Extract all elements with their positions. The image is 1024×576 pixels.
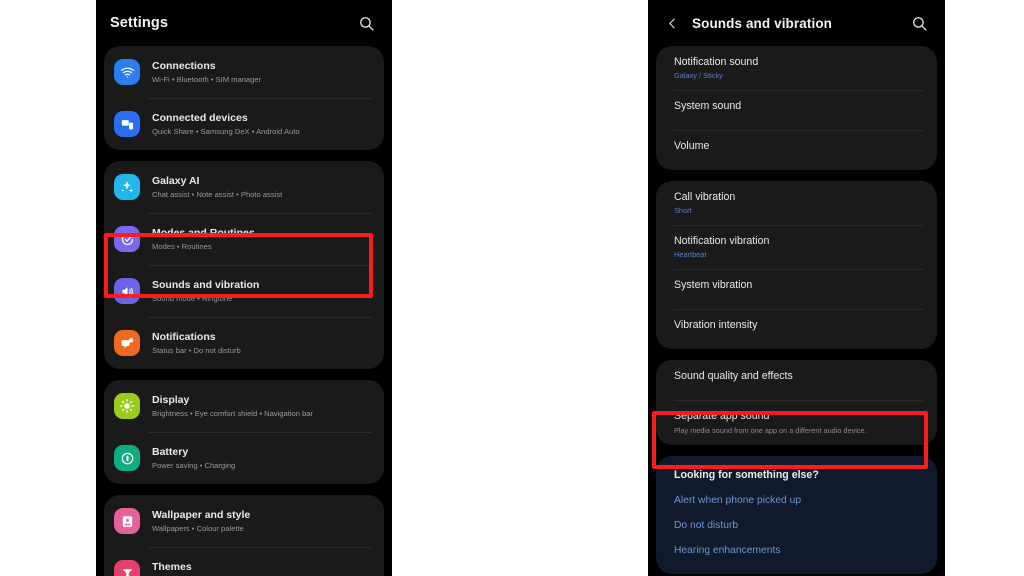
settings-item-label: Connections [152, 59, 216, 72]
sound-settings-group: Sound quality and effects Separate app so… [656, 360, 937, 445]
sound-item-label: System vibration [674, 279, 753, 291]
sound-item-label: Notification vibration [674, 235, 770, 247]
looking-for-something-else-card: Looking for something else? Alert when ph… [656, 456, 937, 574]
themes-icon [114, 560, 140, 576]
sounds-and-vibration-screen: Sounds and vibration Notification sound G… [648, 0, 945, 576]
settings-item-subtitle: Quick Share • Samsung DeX • Android Auto [152, 126, 300, 136]
settings-item-themes[interactable]: ThemesThemes • Wallpapers • Icons [104, 547, 384, 576]
settings-item-subtitle: Modes • Routines [152, 241, 212, 251]
sounds-header: Sounds and vibration [648, 0, 945, 46]
settings-item-connections[interactable]: Connections Wi-Fi • Bluetooth • SIM manag… [104, 46, 384, 98]
settings-item-text: Modes and Routines Modes • Routines [152, 226, 255, 253]
sound-settings-group: Notification sound Galaxy / Sticky System … [656, 46, 937, 170]
settings-item-galaxy-ai[interactable]: Galaxy AI Chat assist • Note assist • Pho… [104, 161, 384, 213]
settings-item-sounds-and-vibration[interactable]: Sounds and vibration Sound mode • Rington… [104, 265, 384, 317]
settings-item-subtitle: Wi-Fi • Bluetooth • SIM manager [152, 74, 262, 84]
search-icon[interactable] [354, 11, 378, 35]
settings-item-subtitle: Status bar • Do not disturb [152, 345, 241, 355]
sound-item-volume[interactable]: Volume [656, 130, 937, 170]
sound-item-system-vibration[interactable]: System vibration [656, 269, 937, 309]
settings-screen: Settings Connections Wi-Fi • Bluetooth • … [96, 0, 392, 576]
settings-item-text: Connections Wi-Fi • Bluetooth • SIM manag… [152, 59, 261, 86]
settings-item-wallpaper-and-style[interactable]: Wallpaper and style Wallpapers • Colour p… [104, 495, 384, 547]
settings-item-label: Display [152, 393, 190, 406]
looking-for-link-do-not-disturb[interactable]: Do not disturb [674, 518, 919, 533]
settings-item-notifications[interactable]: Notifications Status bar • Do not disturb [104, 317, 384, 369]
settings-header: Settings [96, 0, 392, 46]
settings-item-subtitle: Chat assist • Note assist • Photo assist [152, 189, 283, 199]
settings-item-text: Sounds and vibration Sound mode • Rington… [152, 278, 259, 305]
sounds-settings-list[interactable]: Notification sound Galaxy / Sticky System … [648, 46, 945, 574]
sound-item-notification-vibration[interactable]: Notification vibration Heartbeat [656, 225, 937, 269]
settings-list[interactable]: Connections Wi-Fi • Bluetooth • SIM manag… [96, 46, 392, 576]
settings-group: Connections Wi-Fi • Bluetooth • SIM manag… [104, 46, 384, 150]
settings-item-text: Galaxy AI Chat assist • Note assist • Pho… [152, 174, 282, 201]
settings-item-label: Modes and Routines [152, 226, 255, 239]
settings-item-display[interactable]: Display Brightness • Eye comfort shield •… [104, 380, 384, 432]
modes-icon [114, 226, 140, 252]
looking-for-link-hearing-enhancements[interactable]: Hearing enhancements [674, 543, 919, 558]
wallpaper-icon [114, 508, 140, 534]
settings-item-connected-devices[interactable]: Connected devices Quick Share • Samsung D… [104, 98, 384, 150]
sound-item-vibration-intensity[interactable]: Vibration intensity [656, 309, 937, 349]
settings-item-battery[interactable]: Battery Power saving • Charging [104, 432, 384, 484]
connected-devices-icon [114, 111, 140, 137]
battery-icon [114, 445, 140, 471]
sound-item-description: Play media sound from one app on a diffe… [674, 426, 867, 435]
settings-item-text: Wallpaper and style Wallpapers • Colour p… [152, 508, 250, 535]
settings-item-text: Display Brightness • Eye comfort shield •… [152, 393, 313, 420]
looking-for-title: Looking for something else? [674, 469, 819, 481]
sound-item-label: Sound quality and effects [674, 370, 793, 382]
settings-item-label: Battery [152, 445, 189, 458]
settings-item-text: Battery Power saving • Charging [152, 445, 235, 472]
sound-settings-group: Call vibration Short Notification vibratio… [656, 181, 937, 349]
sound-item-value: Heartbeat [674, 250, 707, 259]
sound-item-label: Separate app sound [674, 410, 770, 422]
settings-item-label: Notifications [152, 330, 216, 343]
chevron-left-icon[interactable] [662, 13, 682, 33]
settings-group: Display Brightness • Eye comfort shield •… [104, 380, 384, 484]
speaker-icon [114, 278, 140, 304]
settings-item-text: Notifications Status bar • Do not disturb [152, 330, 241, 357]
wifi-icon [114, 59, 140, 85]
sound-item-call-vibration[interactable]: Call vibration Short [656, 181, 937, 225]
settings-item-subtitle: Wallpapers • Colour palette [152, 523, 244, 533]
page-title: Settings [110, 15, 168, 31]
screenshot-canvas: Settings Connections Wi-Fi • Bluetooth • … [0, 0, 1024, 576]
sound-item-value: Short [674, 206, 692, 215]
settings-item-label: Connected devices [152, 111, 248, 124]
sound-item-value: Galaxy / Sticky [674, 71, 723, 80]
sound-item-label: Notification sound [674, 56, 759, 68]
settings-group: Wallpaper and style Wallpapers • Colour p… [104, 495, 384, 576]
notifications-icon [114, 330, 140, 356]
settings-item-subtitle: Brightness • Eye comfort shield • Naviga… [152, 408, 314, 418]
settings-item-text: Connected devices Quick Share • Samsung D… [152, 111, 300, 138]
brightness-icon [114, 393, 140, 419]
settings-item-subtitle: Power saving • Charging [152, 460, 236, 470]
settings-group: Galaxy AI Chat assist • Note assist • Pho… [104, 161, 384, 369]
sound-item-label: Call vibration [674, 191, 736, 203]
search-icon[interactable] [907, 11, 931, 35]
sound-item-system-sound[interactable]: System sound [656, 90, 937, 130]
looking-for-link-alert-when-phone-picked-up[interactable]: Alert when phone picked up [674, 493, 919, 508]
settings-item-label: Themes [152, 560, 192, 573]
settings-item-label: Wallpaper and style [152, 508, 251, 521]
sound-item-separate-app-sound[interactable]: Separate app sound Play media sound from … [656, 400, 937, 445]
sound-item-label: Vibration intensity [674, 319, 758, 331]
sound-item-label: Volume [674, 140, 710, 152]
sparkle-icon [114, 174, 140, 200]
settings-item-modes-and-routines[interactable]: Modes and Routines Modes • Routines [104, 213, 384, 265]
page-title: Sounds and vibration [692, 15, 833, 31]
sound-item-notification-sound[interactable]: Notification sound Galaxy / Sticky [656, 46, 937, 90]
sound-item-label: System sound [674, 100, 742, 112]
settings-item-subtitle: Sound mode • Ringtone [152, 293, 233, 303]
sound-item-sound-quality-and-effects[interactable]: Sound quality and effects [656, 360, 937, 400]
settings-item-label: Galaxy AI [152, 174, 200, 187]
settings-item-text: ThemesThemes • Wallpapers • Icons [152, 560, 249, 576]
settings-item-label: Sounds and vibration [152, 278, 260, 291]
